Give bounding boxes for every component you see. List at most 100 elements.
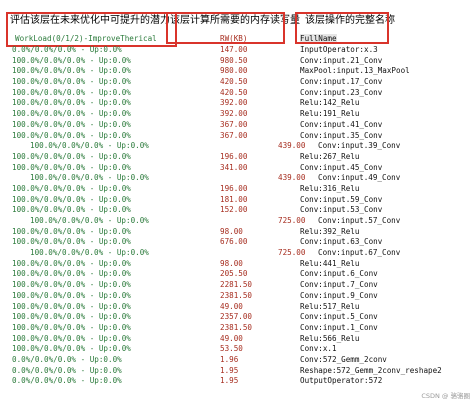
- row-rw: 420.50: [220, 87, 248, 97]
- row-workload: 100.0%/0.0%/0.0% - Up:0.0%: [30, 173, 149, 183]
- row-rw: 1.96: [220, 354, 239, 364]
- row-workload: 100.0%/0.0%/0.0% - Up:0.0%: [12, 237, 131, 247]
- row-workload: 0.0%/0.0%/0.0% - Up:0.0%: [12, 365, 122, 375]
- row-fullname: Relu:142_Relu: [300, 98, 360, 108]
- row-workload: 100.0%/0.0%/0.0% - Up:0.0%: [12, 226, 131, 236]
- row-rw: 152.00: [220, 205, 248, 215]
- watermark-footer: CSDN @ 骆骆圈: [421, 392, 470, 400]
- row-rw: 676.00: [220, 237, 248, 247]
- row-fullname: Conv:input.53_Conv: [300, 205, 383, 215]
- row-rw: 725.00: [278, 248, 306, 258]
- row-workload: 100.0%/0.0%/0.0% - Up:0.0%: [12, 344, 131, 354]
- row-fullname: Relu:566_Relu: [300, 333, 360, 343]
- row-workload: 0.0%/0.0%/0.0% - Up:0.0%: [12, 376, 122, 386]
- row-rw: 1.95: [220, 376, 239, 386]
- row-rw: 2281.50: [220, 280, 253, 290]
- row-rw: 439.00: [278, 141, 306, 151]
- row-rw: 341.00: [220, 162, 248, 172]
- row-rw: 1.95: [220, 365, 239, 375]
- row-rw: 2381.50: [220, 322, 253, 332]
- row-workload: 0.0%/0.0%/0.0% - Up:0.0%: [12, 45, 122, 54]
- row-workload: 100.0%/0.0%/0.0% - Up:0.0%: [12, 183, 131, 193]
- row-fullname: Relu:267_Relu: [300, 151, 360, 161]
- row-fullname: Conv:input.7_Conv: [300, 280, 378, 290]
- row-fullname: Conv:input.6_Conv: [300, 269, 378, 279]
- row-workload: 100.0%/0.0%/0.0% - Up:0.0%: [12, 151, 131, 161]
- row-fullname: Conv:input.39_Conv: [318, 141, 401, 151]
- row-fullname: Relu:191_Relu: [300, 109, 360, 119]
- row-workload: 100.0%/0.0%/0.0% - Up:0.0%: [12, 109, 131, 119]
- row-fullname: Conv:input.5_Conv: [300, 312, 378, 322]
- row-rw: 725.00: [278, 216, 306, 225]
- row-rw: 367.00: [220, 119, 248, 129]
- row-fullname: Relu:316_Relu: [300, 183, 360, 193]
- row-fullname: Conv:input.45_Conv: [300, 162, 383, 172]
- row-workload: 100.0%/0.0%/0.0% - Up:0.0%: [12, 119, 131, 129]
- row-rw: 392.00: [220, 98, 248, 108]
- row-workload: 100.0%/0.0%/0.0% - Up:0.0%: [12, 333, 131, 343]
- row-rw: 439.00: [278, 173, 306, 183]
- row-rw: 392.00: [220, 109, 248, 119]
- row-rw: 420.50: [220, 77, 248, 87]
- row-fullname: Reshape:572_Gemm_2conv_reshape2: [300, 365, 442, 375]
- row-fullname: Conv:input.57_Conv: [318, 216, 401, 225]
- column-workload: 0.0%/0.0%/0.0% - Up:0.0% 100.0%/0.0%/0.0%…: [12, 45, 149, 387]
- row-fullname: Conv:input.63_Conv: [300, 237, 383, 247]
- row-workload: 100.0%/0.0%/0.0% - Up:0.0%: [12, 322, 131, 332]
- row-fullname: Conv:input.17_Conv: [300, 77, 383, 87]
- row-workload: 100.0%/0.0%/0.0% - Up:0.0%: [12, 87, 131, 97]
- column-fullname: InputOperator:x.3 Conv:input.21_Conv MaxPo…: [300, 45, 442, 387]
- row-workload: 100.0%/0.0%/0.0% - Up:0.0%: [12, 162, 131, 172]
- row-workload: 100.0%/0.0%/0.0% - Up:0.0%: [30, 141, 149, 151]
- row-fullname: Conv:input.35_Conv: [300, 130, 383, 140]
- row-fullname: OutputOperator:572: [300, 376, 383, 386]
- annotation-box-fullname: [295, 12, 389, 44]
- row-rw: 196.00: [220, 151, 248, 161]
- row-fullname: Conv:input.67_Conv: [318, 248, 401, 258]
- row-workload: 100.0%/0.0%/0.0% - Up:0.0%: [12, 194, 131, 204]
- row-fullname: Relu:441_Relu: [300, 258, 360, 268]
- annotation-box-rw: [166, 12, 285, 44]
- row-rw: 2381.50: [220, 290, 253, 300]
- row-fullname: Conv:input.21_Conv: [300, 55, 383, 65]
- row-rw: 147.00: [220, 45, 248, 54]
- annotation-box-workload: [6, 12, 177, 47]
- row-rw: 181.00: [220, 194, 248, 204]
- row-fullname: Conv:input.9_Conv: [300, 290, 378, 300]
- column-rw: 147.00 980.50 980.00 420.50 420.50 392.00 392.…: [220, 45, 305, 387]
- row-rw: 53.50: [220, 344, 243, 354]
- row-rw: 980.50: [220, 55, 248, 65]
- row-rw: 980.00: [220, 66, 248, 76]
- row-rw: 2357.00: [220, 312, 253, 322]
- row-fullname: Conv:572_Gemm_2conv: [300, 354, 387, 364]
- row-fullname: MaxPool:input.13_MaxPool: [300, 66, 410, 76]
- row-rw: 367.00: [220, 130, 248, 140]
- row-workload: 100.0%/0.0%/0.0% - Up:0.0%: [12, 55, 131, 65]
- row-workload: 100.0%/0.0%/0.0% - Up:0.0%: [12, 258, 131, 268]
- row-fullname: Relu:392_Relu: [300, 226, 360, 236]
- row-rw: 98.00: [220, 258, 243, 268]
- row-fullname: Conv:input.41_Conv: [300, 119, 383, 129]
- row-rw: 205.50: [220, 269, 248, 279]
- row-fullname: Relu:517_Relu: [300, 301, 360, 311]
- row-fullname: Conv:x.1: [300, 344, 337, 354]
- row-fullname: Conv:input.49_Conv: [318, 173, 401, 183]
- row-rw: 98.00: [220, 226, 243, 236]
- row-fullname: InputOperator:x.3: [300, 45, 378, 54]
- row-workload: 100.0%/0.0%/0.0% - Up:0.0%: [12, 66, 131, 76]
- row-workload: 100.0%/0.0%/0.0% - Up:0.0%: [12, 290, 131, 300]
- row-workload: 100.0%/0.0%/0.0% - Up:0.0%: [12, 205, 131, 215]
- row-rw: 196.00: [220, 183, 248, 193]
- row-workload: 100.0%/0.0%/0.0% - Up:0.0%: [12, 312, 131, 322]
- row-workload: 100.0%/0.0%/0.0% - Up:0.0%: [12, 77, 131, 87]
- row-workload: 100.0%/0.0%/0.0% - Up:0.0%: [12, 301, 131, 311]
- row-fullname: Conv:input.59_Conv: [300, 194, 383, 204]
- row-rw: 49.00: [220, 301, 243, 311]
- row-fullname: Conv:input.1_Conv: [300, 322, 378, 332]
- row-fullname: Conv:input.23_Conv: [300, 87, 383, 97]
- row-rw: 49.00: [220, 333, 243, 343]
- row-workload: 100.0%/0.0%/0.0% - Up:0.0%: [30, 216, 149, 225]
- row-workload: 100.0%/0.0%/0.0% - Up:0.0%: [12, 130, 131, 140]
- row-workload: 100.0%/0.0%/0.0% - Up:0.0%: [12, 98, 131, 108]
- row-workload: 100.0%/0.0%/0.0% - Up:0.0%: [12, 280, 131, 290]
